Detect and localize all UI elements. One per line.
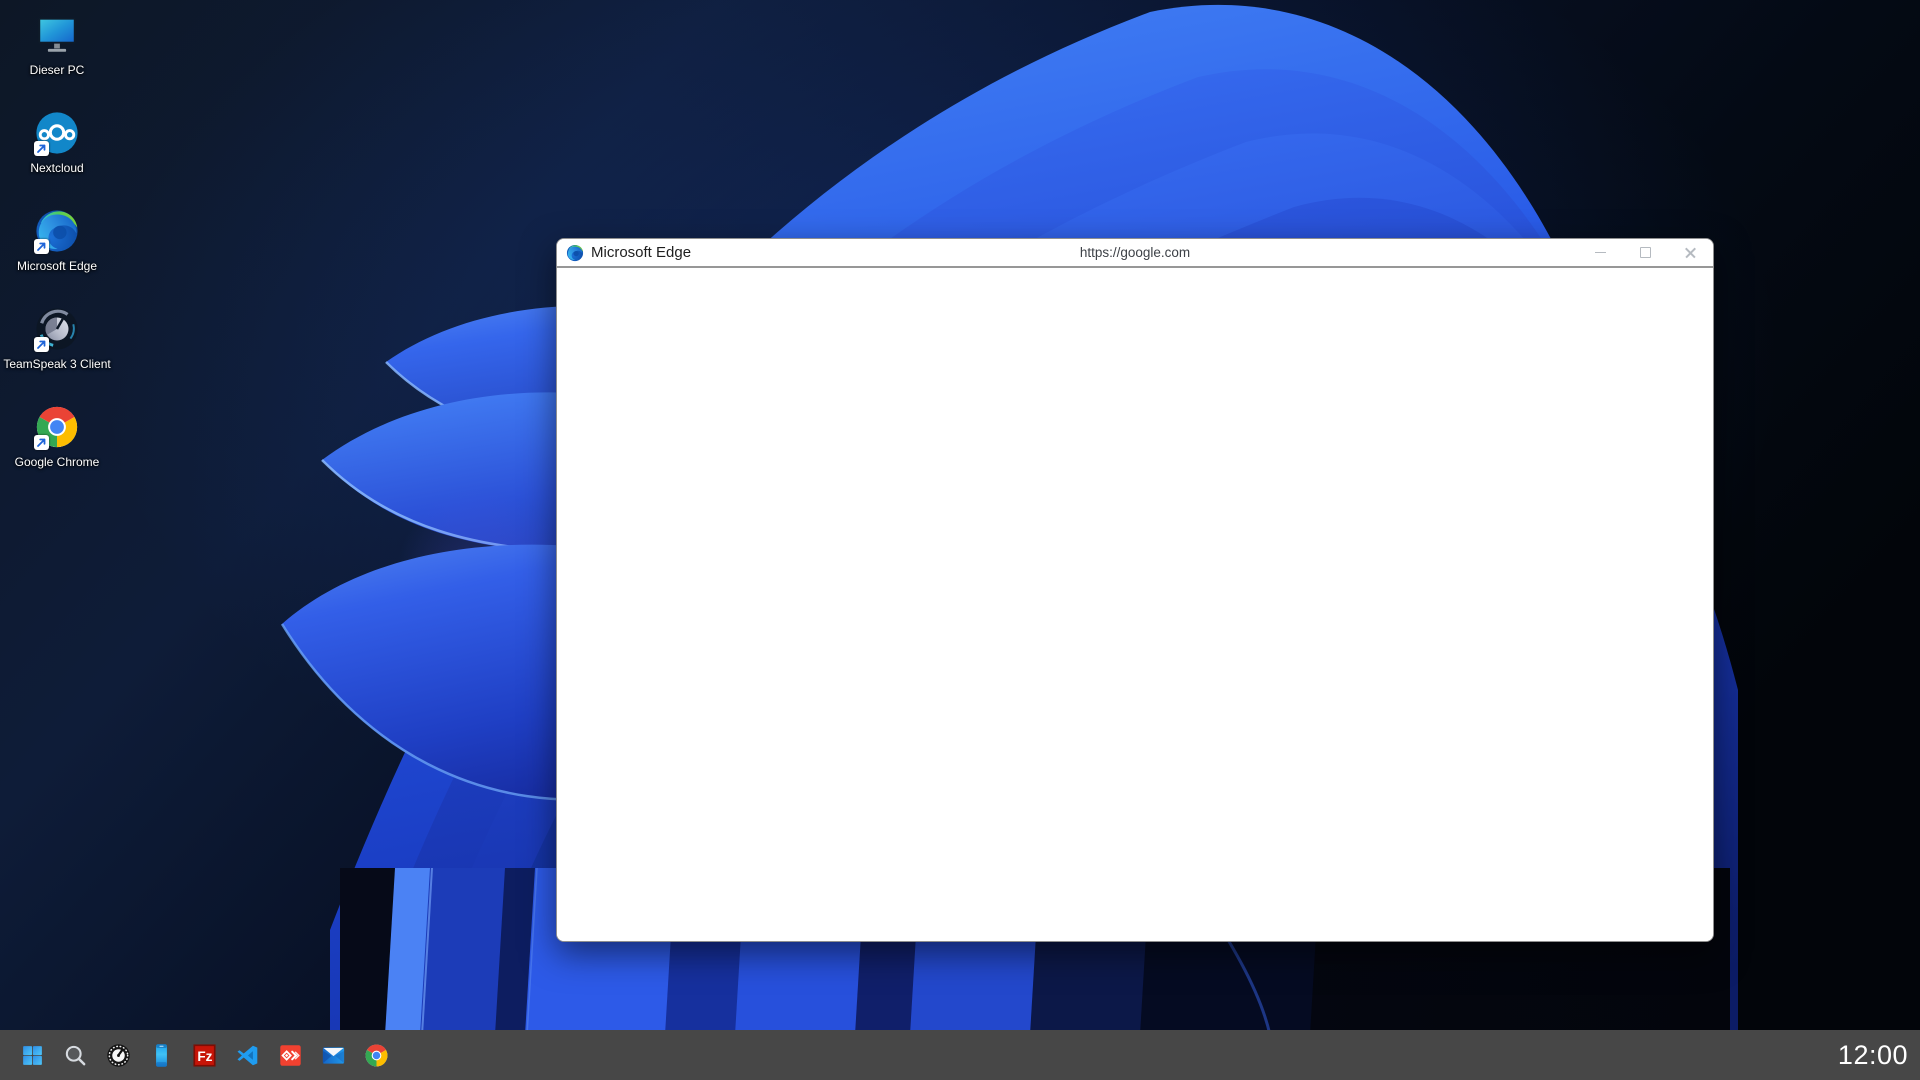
maximize-icon	[1640, 247, 1651, 258]
desktop-icon-dieser-pc[interactable]: Dieser PC	[9, 6, 105, 94]
filezilla-button[interactable]	[184, 1035, 224, 1075]
minimize-icon	[1595, 252, 1606, 254]
window-controls	[1578, 239, 1713, 266]
diamond-arrows-app-button[interactable]	[270, 1035, 310, 1075]
vscode-icon	[235, 1043, 260, 1068]
edge-icon	[34, 208, 80, 254]
gauge-app-button[interactable]	[98, 1035, 138, 1075]
phone-icon	[149, 1043, 174, 1068]
nextcloud-icon	[34, 110, 80, 156]
mail-app-button[interactable]	[313, 1035, 353, 1075]
desktop-icon-label: Microsoft Edge	[17, 259, 97, 273]
shortcut-arrow-icon	[34, 435, 49, 450]
window-app-group: Microsoft Edge	[566, 239, 691, 266]
filezilla-icon	[192, 1043, 217, 1068]
shortcut-arrow-icon	[34, 141, 49, 156]
desktop-icon-google-chrome[interactable]: Google Chrome	[9, 398, 105, 486]
desktop-icon-column: Dieser PC Nextcloud Microsoft Edge TeamS…	[9, 6, 105, 496]
desktop-icon-label: Nextcloud	[30, 161, 83, 175]
red-diamond-arrows-icon	[278, 1043, 303, 1068]
this-pc-icon	[34, 12, 80, 58]
taskbar-clock[interactable]: 12:00	[1838, 1030, 1908, 1080]
chrome-icon	[364, 1043, 389, 1068]
gauge-dial-icon	[106, 1043, 131, 1068]
vscode-button[interactable]	[227, 1035, 267, 1075]
shortcut-arrow-icon	[34, 337, 49, 352]
search-icon	[63, 1043, 88, 1068]
close-button[interactable]	[1668, 239, 1713, 266]
window-titlebar[interactable]: Microsoft Edge https://google.com	[557, 239, 1713, 268]
desktop-icon-nextcloud[interactable]: Nextcloud	[9, 104, 105, 192]
shortcut-arrow-icon	[34, 239, 49, 254]
windows-start-icon	[20, 1043, 45, 1068]
search-button[interactable]	[55, 1035, 95, 1075]
desktop-icon-label: TeamSpeak 3 Client	[3, 357, 110, 371]
window-title: Microsoft Edge	[591, 244, 691, 261]
browser-content	[557, 268, 1713, 941]
minimize-button[interactable]	[1578, 239, 1623, 266]
phone-app-button[interactable]	[141, 1035, 181, 1075]
desktop-icon-label: Google Chrome	[15, 455, 100, 469]
taskbar: 12:00	[0, 1030, 1920, 1080]
desktop-icon-microsoft-edge[interactable]: Microsoft Edge	[9, 202, 105, 290]
start-button[interactable]	[12, 1035, 52, 1075]
close-icon	[1684, 246, 1697, 259]
desktop-icon-teamspeak[interactable]: TeamSpeak 3 Client	[9, 300, 105, 388]
desktop-screen: Fz	[0, 0, 1920, 1080]
chrome-taskbar-button[interactable]	[356, 1035, 396, 1075]
mail-icon	[321, 1043, 346, 1068]
maximize-button[interactable]	[1623, 239, 1668, 266]
window-url-text: https://google.com	[1080, 239, 1190, 266]
desktop-icon-label: Dieser PC	[30, 63, 85, 77]
edge-window: Microsoft Edge https://google.com	[556, 238, 1714, 942]
edge-logo-icon	[566, 244, 584, 262]
teamspeak-icon	[34, 306, 80, 352]
chrome-icon	[34, 404, 80, 450]
